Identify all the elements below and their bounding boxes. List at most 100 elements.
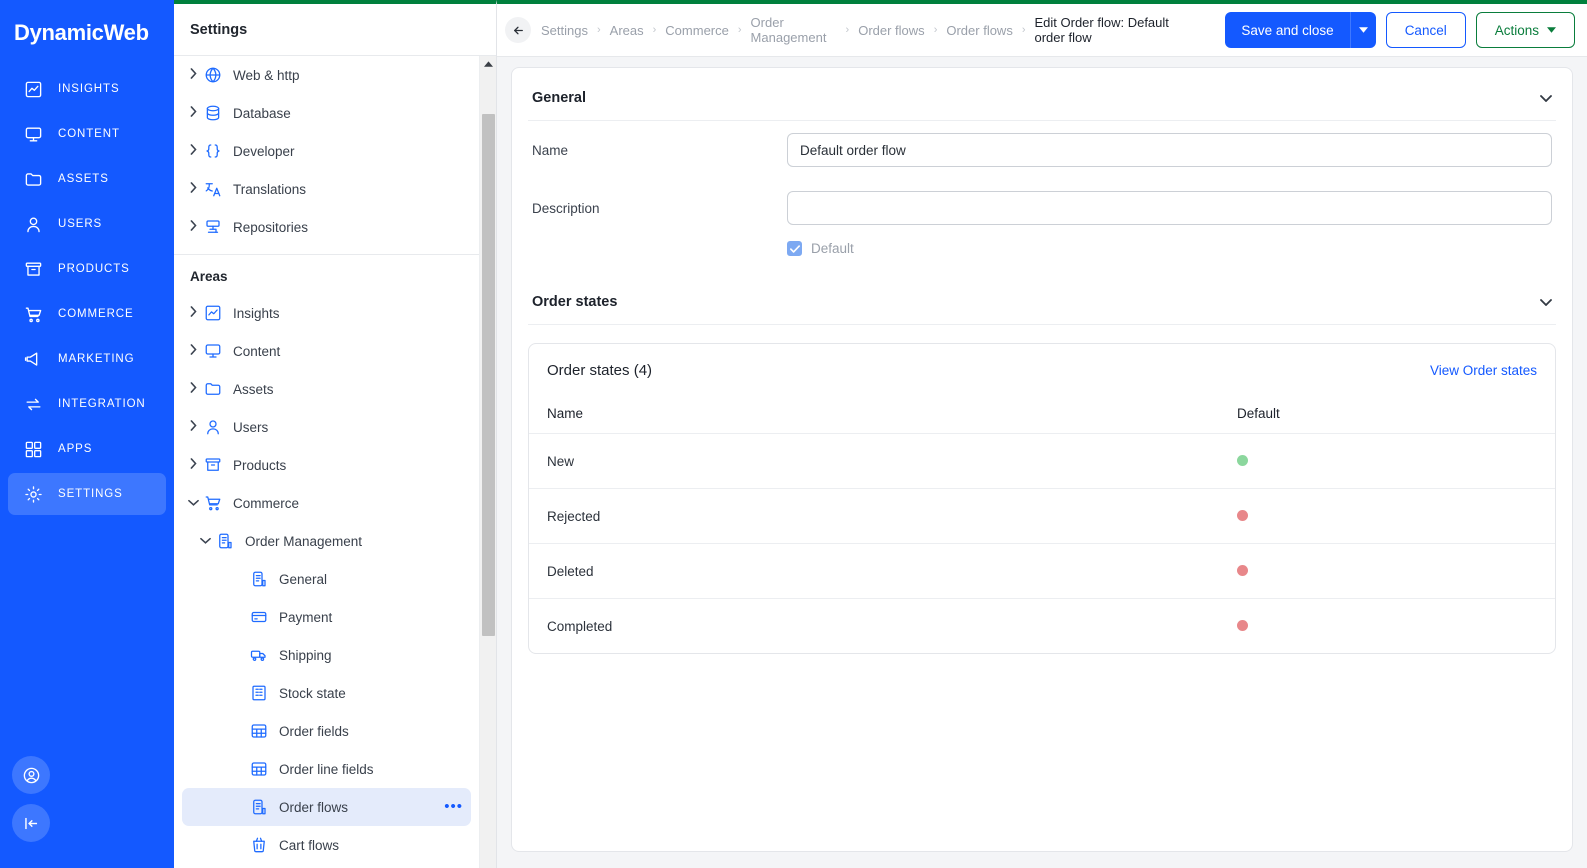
nav-item-label: USERS	[58, 218, 103, 230]
tree-item-shipping[interactable]: Shipping	[182, 636, 471, 674]
breadcrumb-separator: ›	[845, 24, 850, 36]
chevron-down-icon[interactable]	[194, 536, 216, 547]
account-circle-icon[interactable]	[12, 756, 50, 794]
table-row[interactable]: New	[529, 433, 1555, 488]
chevron-right-icon[interactable]	[182, 220, 204, 234]
tree-item-payment[interactable]: Payment	[182, 598, 471, 636]
application-window: DynamicWeb INSIGHTS CONTENT ASSETS USERS PRO…	[0, 0, 1587, 868]
name-label: Name	[532, 142, 569, 158]
chevron-right-icon[interactable]	[182, 68, 204, 82]
table-row[interactable]: Deleted	[529, 543, 1555, 598]
clipboard-icon	[250, 570, 279, 588]
tree-item-web-http[interactable]: Web & http	[182, 56, 471, 94]
monitor-icon	[24, 125, 43, 144]
chevron-down-icon[interactable]	[1540, 295, 1552, 309]
folder-icon	[24, 170, 43, 189]
chevron-right-icon[interactable]	[182, 182, 204, 196]
scrollbar-thumb[interactable]	[482, 114, 495, 636]
settings-tree-list: Web & http Database Developer Translations R…	[174, 56, 479, 868]
scroll-up-arrow-icon[interactable]	[480, 56, 496, 73]
tree-item-assets[interactable]: Assets	[182, 370, 471, 408]
default-checkbox-label: Default	[811, 241, 854, 256]
cancel-button[interactable]: Cancel	[1385, 12, 1466, 48]
chevron-right-icon[interactable]	[182, 458, 204, 472]
tree-item-label: Repositories	[233, 219, 309, 235]
chevron-down-icon[interactable]	[1540, 91, 1552, 105]
save-and-close-button[interactable]: Save and close	[1225, 12, 1350, 48]
chevron-down-icon[interactable]	[182, 498, 204, 509]
main-nav-list: INSIGHTS CONTENT ASSETS USERS PRODUCTS COMMER…	[0, 68, 174, 515]
nav-item-label: APPS	[58, 443, 93, 455]
box-icon	[204, 456, 233, 474]
chevron-right-icon[interactable]	[182, 344, 204, 358]
tree-item-label: General	[279, 571, 328, 587]
tree-item-order-flows[interactable]: Order flows •••	[182, 788, 471, 826]
default-checkbox[interactable]	[787, 241, 802, 256]
chevron-right-icon[interactable]	[182, 382, 204, 396]
description-input[interactable]	[787, 191, 1552, 225]
nav-item-assets[interactable]: ASSETS	[8, 158, 166, 200]
nav-item-label: CONTENT	[58, 128, 120, 140]
tree-item-users[interactable]: Users	[182, 408, 471, 446]
nav-item-label: INSIGHTS	[58, 83, 120, 95]
chevron-right-icon[interactable]	[182, 106, 204, 120]
braces-icon	[204, 142, 233, 160]
nav-item-settings[interactable]: SETTINGS	[8, 473, 166, 515]
actions-button[interactable]: Actions	[1475, 12, 1575, 48]
nav-item-marketing[interactable]: MARKETING	[8, 338, 166, 380]
description-label: Description	[532, 200, 600, 216]
order-state-name: New	[547, 453, 575, 469]
breadcrumb-item[interactable]: Areas	[610, 23, 644, 38]
settings-tree-scrollbar[interactable]	[479, 56, 496, 868]
tree-item-translations[interactable]: Translations	[182, 170, 471, 208]
arrow-left-icon[interactable]	[505, 17, 531, 43]
breadcrumb-item[interactable]: Order flows	[946, 23, 1012, 38]
nav-item-commerce[interactable]: COMMERCE	[8, 293, 166, 335]
table-row[interactable]: Completed	[529, 598, 1555, 653]
general-section-header: General	[528, 68, 1556, 121]
tree-item-commerce[interactable]: Commerce	[182, 484, 471, 522]
name-input[interactable]	[787, 133, 1552, 167]
tree-item-label: Content	[233, 343, 281, 359]
table-row[interactable]: Rejected	[529, 488, 1555, 543]
nav-item-label: COMMERCE	[58, 308, 134, 320]
nav-item-products[interactable]: PRODUCTS	[8, 248, 166, 290]
order-state-default-cell	[1237, 509, 1537, 524]
breadcrumb-item[interactable]: Order flows	[858, 23, 924, 38]
tree-item-insights[interactable]: Insights	[182, 294, 471, 332]
tree-item-context-menu-icon[interactable]: •••	[444, 799, 463, 814]
nav-item-insights[interactable]: INSIGHTS	[8, 68, 166, 110]
save-and-close-dropdown-toggle[interactable]	[1349, 12, 1376, 48]
tree-item-developer[interactable]: Developer	[182, 132, 471, 170]
order-states-table-header: Order states (4) View Order states	[529, 344, 1555, 393]
tree-item-label: Order fields	[279, 723, 349, 739]
collapse-panel-icon[interactable]	[12, 804, 50, 842]
tree-item-content[interactable]: Content	[182, 332, 471, 370]
view-order-states-link[interactable]: View Order states	[1430, 363, 1537, 378]
status-dot-icon	[1237, 619, 1248, 631]
status-dot-icon	[1237, 509, 1248, 521]
breadcrumb-separator: ›	[652, 24, 657, 36]
tree-item-database[interactable]: Database	[182, 94, 471, 132]
toolbar-actions: Save and close Cancel Actions	[1225, 12, 1575, 48]
tree-item-cart-flows[interactable]: Cart flows	[182, 826, 471, 864]
breadcrumb-item[interactable]: Order Management	[751, 15, 837, 45]
nav-item-users[interactable]: USERS	[8, 203, 166, 245]
breadcrumb-item[interactable]: Commerce	[665, 23, 729, 38]
nav-item-integration[interactable]: INTEGRATION	[8, 383, 166, 425]
breadcrumb-item[interactable]: Settings	[541, 23, 588, 38]
tree-item-order-management[interactable]: Order Management	[182, 522, 471, 560]
tree-item-order-line-fields[interactable]: Order line fields	[182, 750, 471, 788]
chevron-right-icon[interactable]	[182, 306, 204, 320]
tree-item-general[interactable]: General	[182, 560, 471, 598]
tree-item-products[interactable]: Products	[182, 446, 471, 484]
nav-item-content[interactable]: CONTENT	[8, 113, 166, 155]
tree-item-repositories[interactable]: Repositories	[182, 208, 471, 246]
chevron-right-icon[interactable]	[182, 420, 204, 434]
status-dot-icon	[1237, 454, 1248, 466]
main-navigation-sidebar: DynamicWeb INSIGHTS CONTENT ASSETS USERS PRO…	[0, 0, 174, 868]
nav-item-apps[interactable]: APPS	[8, 428, 166, 470]
chevron-right-icon[interactable]	[182, 144, 204, 158]
tree-item-order-fields[interactable]: Order fields	[182, 712, 471, 750]
tree-item-stock-state[interactable]: Stock state	[182, 674, 471, 712]
